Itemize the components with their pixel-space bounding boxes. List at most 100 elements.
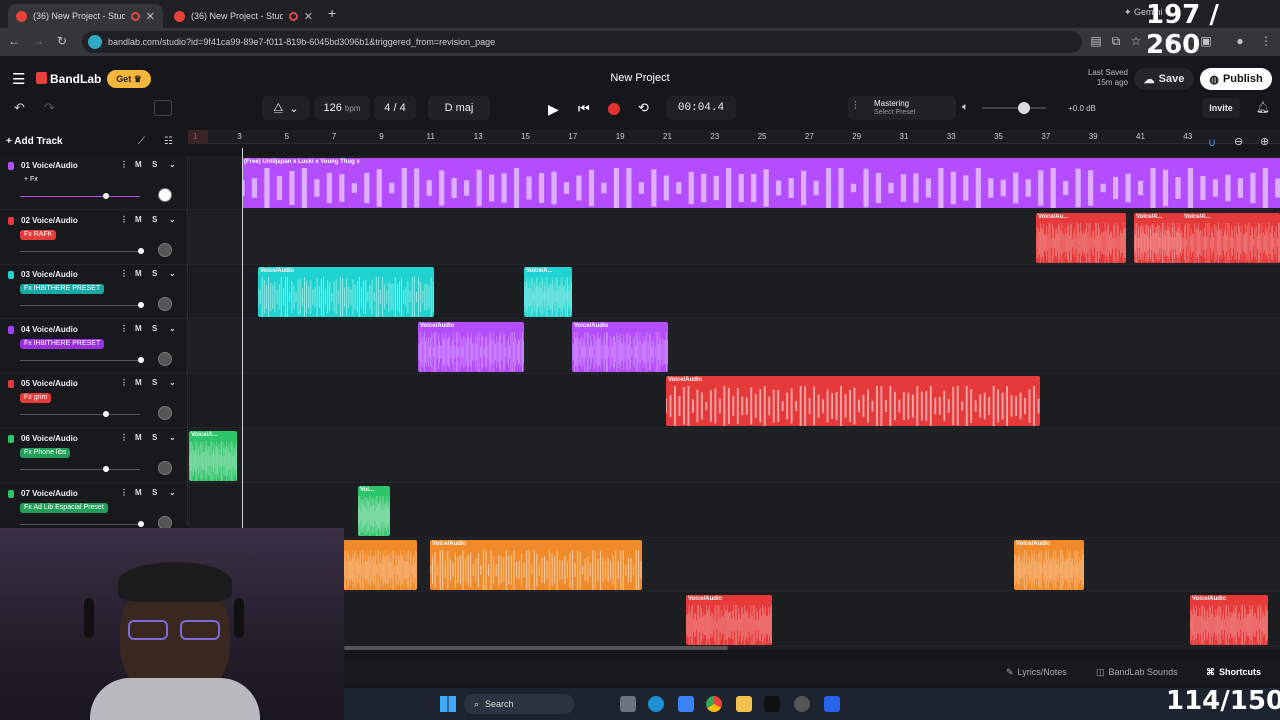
tempo-field[interactable]: 126 bpm [314,96,370,120]
loop-icon[interactable]: ⟲ [638,100,649,116]
playhead[interactable] [242,148,243,528]
audio-clip[interactable] [343,540,417,591]
audio-clip[interactable]: Voice/Audio [1014,540,1084,591]
panel-toggle-icon[interactable] [154,100,172,116]
notification-bell-icon[interactable]: 🔔︎ [1256,101,1270,114]
forward-icon[interactable]: → [30,34,46,48]
mute-button[interactable]: M [135,324,142,333]
app-icon[interactable] [824,696,840,712]
hamburger-menu-icon[interactable]: ☰ [12,70,25,88]
track-menu-icon[interactable]: ⋮ [120,215,128,224]
track-volume-knob[interactable] [137,247,144,254]
track-menu-icon[interactable]: ⋮ [120,160,128,169]
taskbar-search[interactable]: ⌕ Search [464,694,574,714]
solo-button[interactable]: S [152,215,157,224]
track-header[interactable]: 01 Voice/Audio + Fx ⋮ M S ⌄ [0,156,188,210]
track-volume-knob[interactable] [103,411,110,418]
track-fx-badge[interactable]: Fx IH8ITHERE PRESET [20,284,105,295]
browser-tab[interactable]: (36) New Project - Studio ✕ [8,4,163,28]
automation-icon[interactable]: ⟋ [138,136,145,147]
solo-button[interactable]: S [152,433,157,442]
track-menu-icon[interactable]: ⋮ [120,378,128,387]
tiktok-icon[interactable] [764,696,780,712]
arrangement-lanes[interactable]: (Free) Untiljapan x Lucki x Young Thug x… [188,156,1280,650]
time-signature-field[interactable]: 4 / 4 [374,96,416,120]
pan-knob[interactable] [158,406,172,421]
audio-clip[interactable]: Voice/Audio [1190,594,1268,645]
browser-tab[interactable]: (36) New Project - Studio ✕ [166,4,321,28]
track-volume-knob[interactable] [103,193,110,199]
add-track-button[interactable]: + Add Track [6,136,63,147]
audio-clip[interactable]: Voice/A... [1134,212,1184,263]
track-fx-badge[interactable]: Fx RAFK [20,229,57,240]
mute-button[interactable]: M [135,160,142,169]
audio-clip[interactable]: Voice/Audio [258,267,434,318]
record-icon[interactable] [608,103,620,115]
audio-clip[interactable]: Voi... [358,485,390,536]
audio-clip[interactable]: Voice/Audio [666,376,1040,427]
shortcuts-button[interactable]: ⌘ Shortcuts [1206,664,1261,680]
track-header[interactable]: 05 Voice/Audio Fx grim ⋮ M S ⌄ [0,374,188,429]
track-fx-badge[interactable]: Fx Phone libs [20,448,71,458]
lyrics-notes-button[interactable]: ✎ Lyrics/Notes [1006,664,1067,680]
chevron-down-icon[interactable]: ⌄ [169,215,176,224]
track-volume-slider[interactable] [20,196,140,197]
mute-button[interactable]: M [135,378,142,387]
snap-magnet-icon[interactable]: ∪ [1208,136,1216,149]
mastering-button[interactable]: ⫶ Mastering Select Preset [848,96,956,120]
mute-button[interactable]: M [135,269,142,278]
windows-start-icon[interactable] [440,696,456,712]
reader-mode-icon[interactable]: ▤ [1088,34,1104,48]
bandlab-sounds-button[interactable]: ◫ BandLab Sounds [1096,664,1178,680]
chevron-down-icon[interactable]: ⌄ [169,324,176,333]
track-volume-knob[interactable] [103,466,110,472]
solo-button[interactable]: S [152,160,157,169]
chevron-down-icon[interactable]: ⌄ [169,378,176,387]
pan-knob[interactable] [158,351,172,366]
skip-to-start-icon[interactable]: ⏮ [578,101,590,117]
task-view-icon[interactable] [620,696,636,712]
site-info-icon[interactable] [88,35,102,49]
track-volume-slider[interactable] [20,250,140,252]
invite-button[interactable]: Invite [1202,98,1240,118]
project-title[interactable]: New Project [560,72,720,84]
track-volume-slider[interactable] [20,469,140,470]
file-explorer-icon[interactable] [736,696,752,712]
audio-clip[interactable]: Voice/Au... [1036,212,1126,263]
track-header[interactable]: 03 Voice/Audio Fx IH8ITHERE PRESET ⋮ M S ⌄ [0,265,188,320]
chevron-down-icon[interactable]: ⌄ [169,488,176,497]
get-membership-button[interactable]: Get ♛ [107,70,151,88]
track-volume-slider[interactable] [20,359,140,361]
mute-button[interactable]: M [135,488,142,497]
track-settings-icon[interactable]: ☷ [164,136,173,147]
play-icon[interactable]: ▶ [548,101,559,118]
track-name[interactable]: 01 Voice/Audio [21,161,78,170]
solo-button[interactable]: S [152,488,157,497]
audio-clip[interactable]: Voice/Audio [572,321,668,372]
chevron-down-icon[interactable]: ⌄ [169,160,176,169]
metronome-button[interactable]: ⧋ ⌄ [262,96,310,120]
zoom-in-icon[interactable]: ⊕ [1260,135,1269,148]
track-volume-slider[interactable] [20,414,140,416]
timeline-ruler[interactable]: 1 3 5 7 9 11 13 15 17 19 21 23 25 27 29 31 33 35 37 39 41 43 [188,130,1280,144]
back-icon[interactable]: ← [6,34,22,48]
pan-knob[interactable] [158,461,172,475]
track-fx-badge[interactable]: Fx IH8ITHERE PRESET [20,338,105,349]
audio-clip[interactable]: Voice/Audio [686,594,772,645]
track-fx-badge[interactable]: Fx grim [20,393,52,404]
track-name[interactable]: 06 Voice/Audio [21,434,78,443]
solo-button[interactable]: S [152,269,157,278]
chrome-icon[interactable] [706,696,722,712]
chevron-down-icon[interactable]: ⌄ [169,269,176,278]
track-volume-knob[interactable] [137,520,144,527]
track-name[interactable]: 02 Voice/Audio [21,216,78,225]
track-menu-icon[interactable]: ⋮ [120,324,128,333]
track-volume-slider[interactable] [20,523,140,525]
audio-clip[interactable]: (Free) Untiljapan x Lucki x Young Thug x [242,158,1280,208]
track-lane[interactable] [188,319,1280,374]
save-button[interactable]: ☁ Save [1134,68,1194,90]
mute-button[interactable]: M [135,433,142,442]
zoom-out-icon[interactable]: ⊖ [1234,135,1243,148]
redo-icon[interactable]: ↷ [44,100,55,116]
speaker-mute-icon[interactable]: 🔈︎ [962,101,969,114]
